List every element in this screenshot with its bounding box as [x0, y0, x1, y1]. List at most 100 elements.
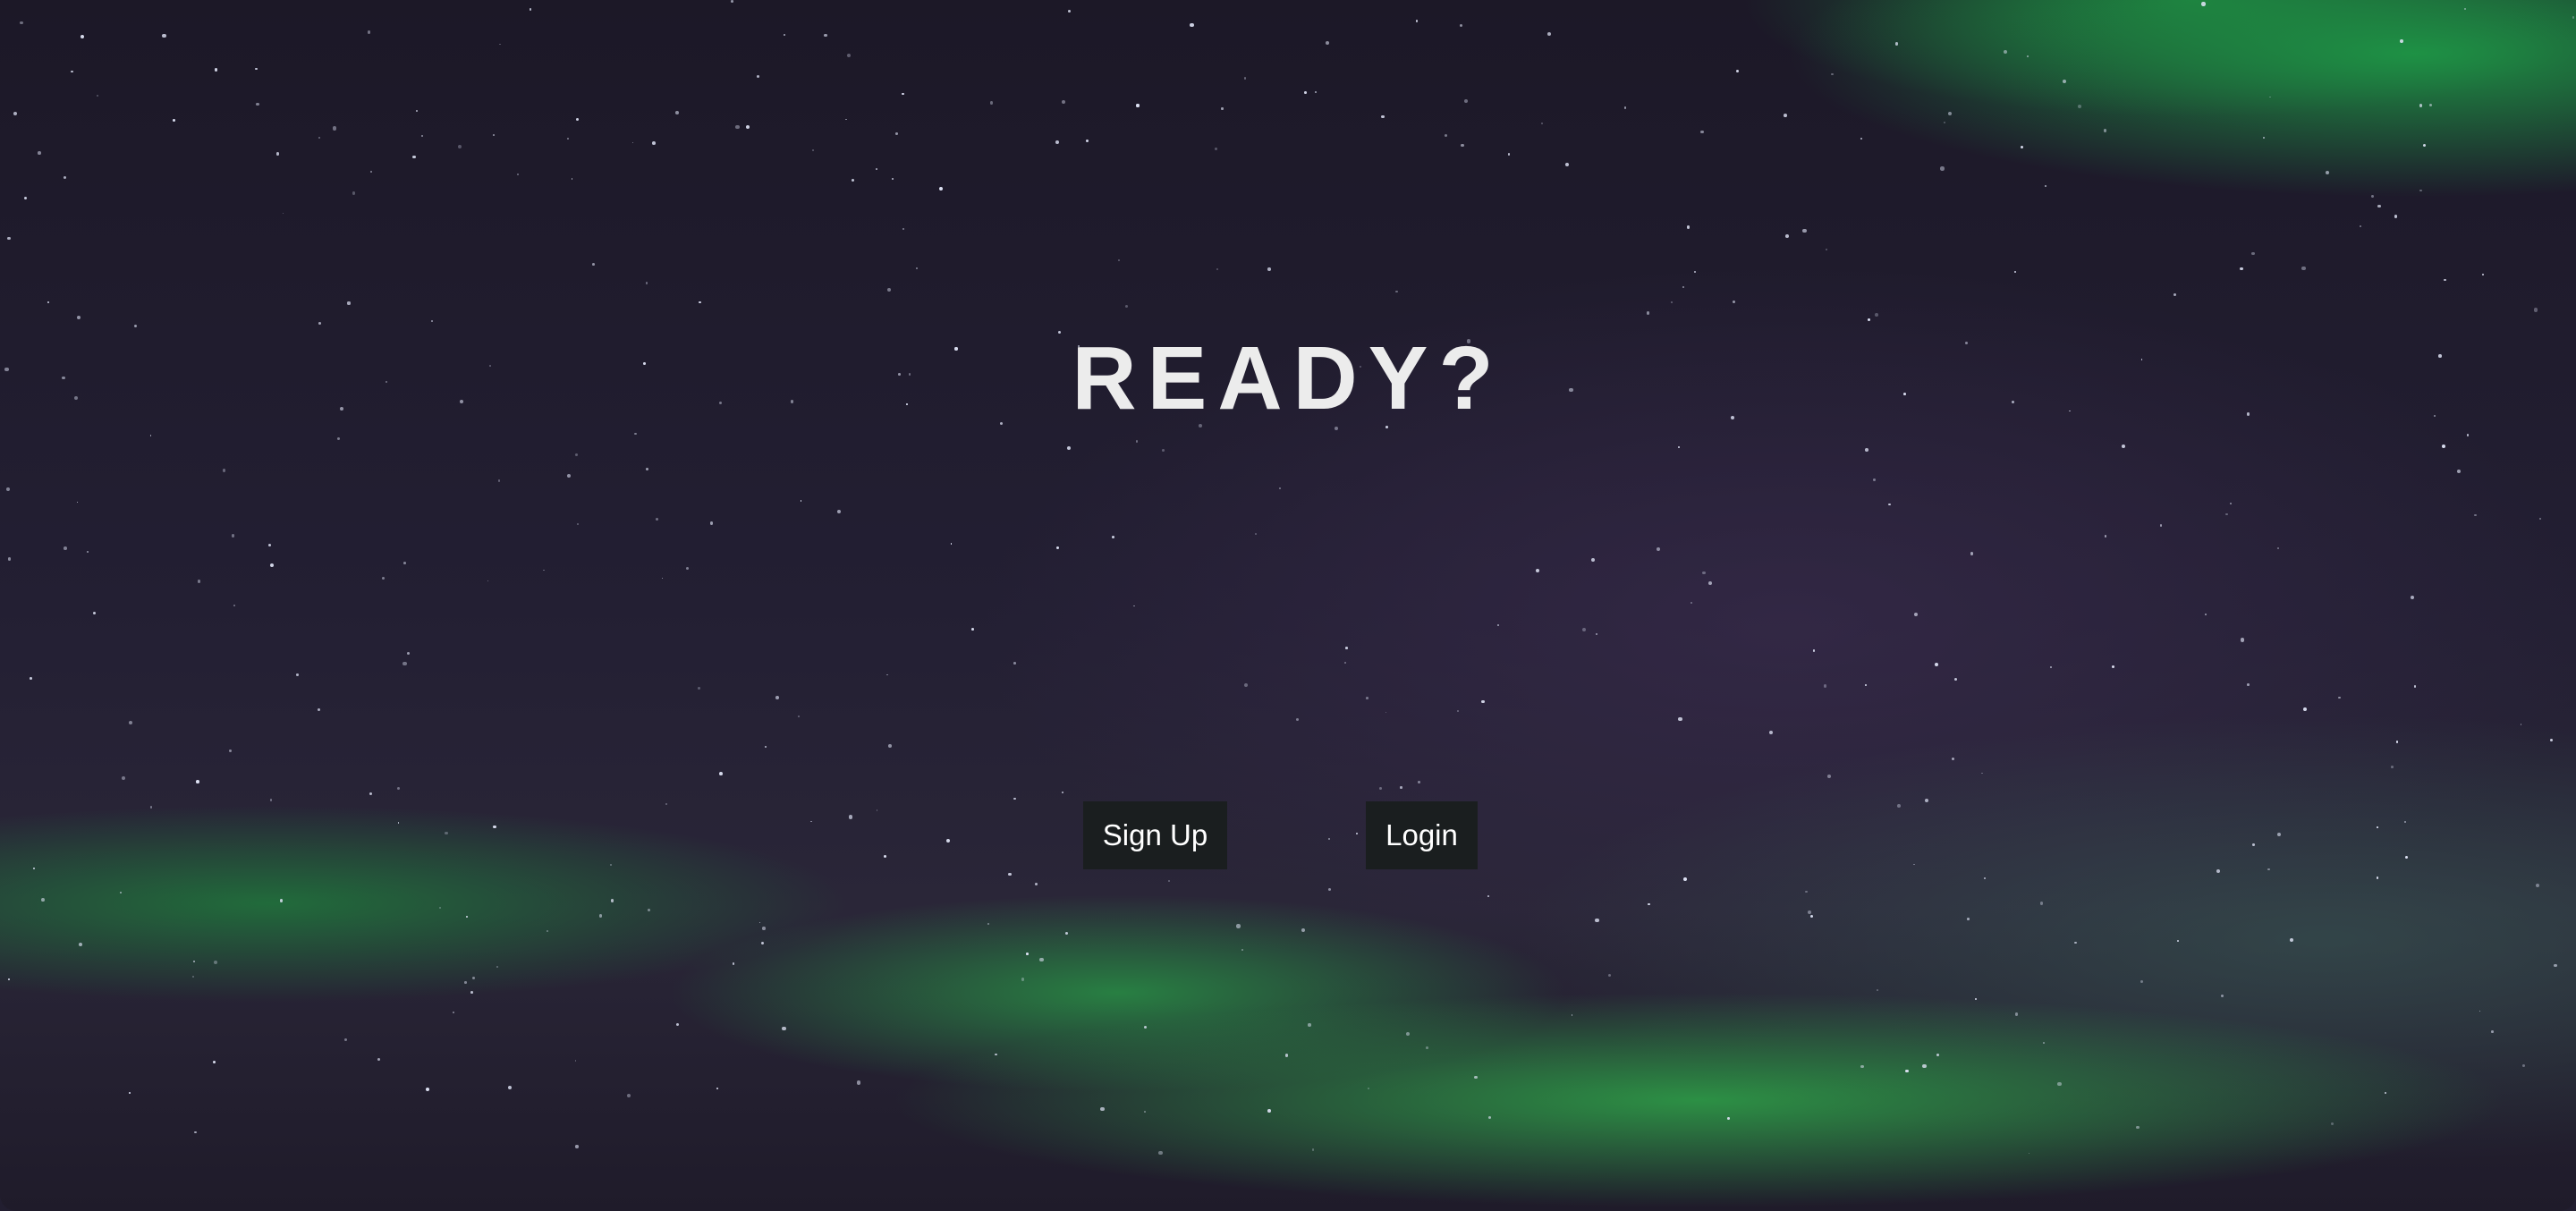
star: [1784, 233, 1789, 238]
star: [592, 262, 596, 266]
star: [1267, 267, 1271, 271]
star: [7, 978, 10, 981]
star: [2303, 707, 2308, 712]
star: [420, 135, 423, 138]
star: [377, 1057, 381, 1062]
star: [2136, 1125, 2140, 1130]
star: [282, 212, 284, 215]
star: [836, 509, 842, 514]
star: [810, 820, 812, 823]
star: [493, 826, 496, 829]
star: [1144, 1111, 1147, 1114]
star: [1456, 710, 1460, 713]
star: [2538, 518, 2541, 521]
star: [2247, 682, 2250, 686]
star: [1682, 285, 1685, 288]
star: [1464, 98, 1469, 103]
star: [213, 960, 218, 965]
star: [233, 604, 236, 607]
star: [1461, 144, 1464, 148]
star: [267, 543, 271, 546]
star: [1062, 792, 1063, 793]
star: [1864, 683, 1867, 686]
star: [800, 500, 802, 503]
star: [2377, 205, 2381, 208]
star: [1243, 77, 1247, 80]
star: [2225, 512, 2228, 516]
star: [1061, 99, 1065, 104]
star: [542, 569, 545, 572]
star: [1936, 1054, 1940, 1057]
star: [2384, 1091, 2386, 1094]
star: [2400, 38, 2403, 43]
star: [1118, 259, 1121, 262]
star: [129, 721, 133, 725]
star: [1802, 228, 1807, 233]
star: [2028, 1152, 2030, 1155]
star: [2043, 1042, 2046, 1044]
star: [191, 975, 194, 978]
star: [1805, 890, 1809, 893]
star: [731, 0, 734, 3]
star: [783, 34, 785, 37]
star: [397, 822, 400, 824]
star: [1236, 924, 1241, 928]
star: [20, 21, 23, 25]
star: [1693, 270, 1696, 273]
star: [1860, 138, 1862, 140]
star: [470, 991, 474, 995]
star: [610, 899, 614, 902]
star: [656, 517, 659, 521]
star: [1868, 318, 1871, 321]
star: [1647, 902, 1650, 906]
star: [1379, 786, 1383, 790]
star: [2376, 876, 2379, 879]
star: [652, 141, 657, 146]
star: [1934, 663, 1938, 667]
star: [758, 921, 761, 924]
star: [895, 132, 898, 136]
star: [7, 236, 11, 241]
star: [2396, 741, 2399, 743]
star: [1595, 632, 1598, 636]
star: [63, 546, 67, 551]
star: [2263, 136, 2266, 139]
star: [571, 177, 573, 180]
star: [1267, 1109, 1271, 1113]
star: [40, 897, 45, 902]
star: [716, 1088, 718, 1090]
star: [2474, 513, 2477, 517]
star: [1365, 697, 1368, 699]
star: [2444, 279, 2446, 282]
star: [1314, 90, 1318, 94]
star: [1951, 758, 1954, 761]
star: [47, 301, 50, 304]
star: [1540, 123, 1543, 125]
star: [1415, 19, 1419, 22]
star: [1487, 895, 1489, 897]
star: [464, 981, 467, 984]
star: [1068, 9, 1072, 13]
star: [1671, 301, 1674, 303]
star: [876, 809, 878, 811]
star: [76, 501, 79, 504]
star: [1735, 69, 1740, 73]
star: [876, 168, 877, 170]
star: [367, 30, 370, 34]
star: [1167, 880, 1170, 883]
star: [80, 35, 84, 39]
star: [2326, 170, 2329, 174]
star: [1111, 535, 1115, 538]
sign-up-button[interactable]: Sign Up: [1083, 801, 1227, 869]
star: [2404, 856, 2408, 860]
star: [674, 111, 679, 115]
login-button[interactable]: Login: [1366, 801, 1478, 869]
star: [344, 1038, 348, 1042]
star: [735, 125, 740, 130]
star: [1824, 684, 1827, 688]
star: [2045, 184, 2047, 188]
star: [2240, 638, 2244, 642]
star: [2533, 308, 2538, 312]
star: [1547, 32, 1552, 37]
star: [1888, 503, 1891, 506]
